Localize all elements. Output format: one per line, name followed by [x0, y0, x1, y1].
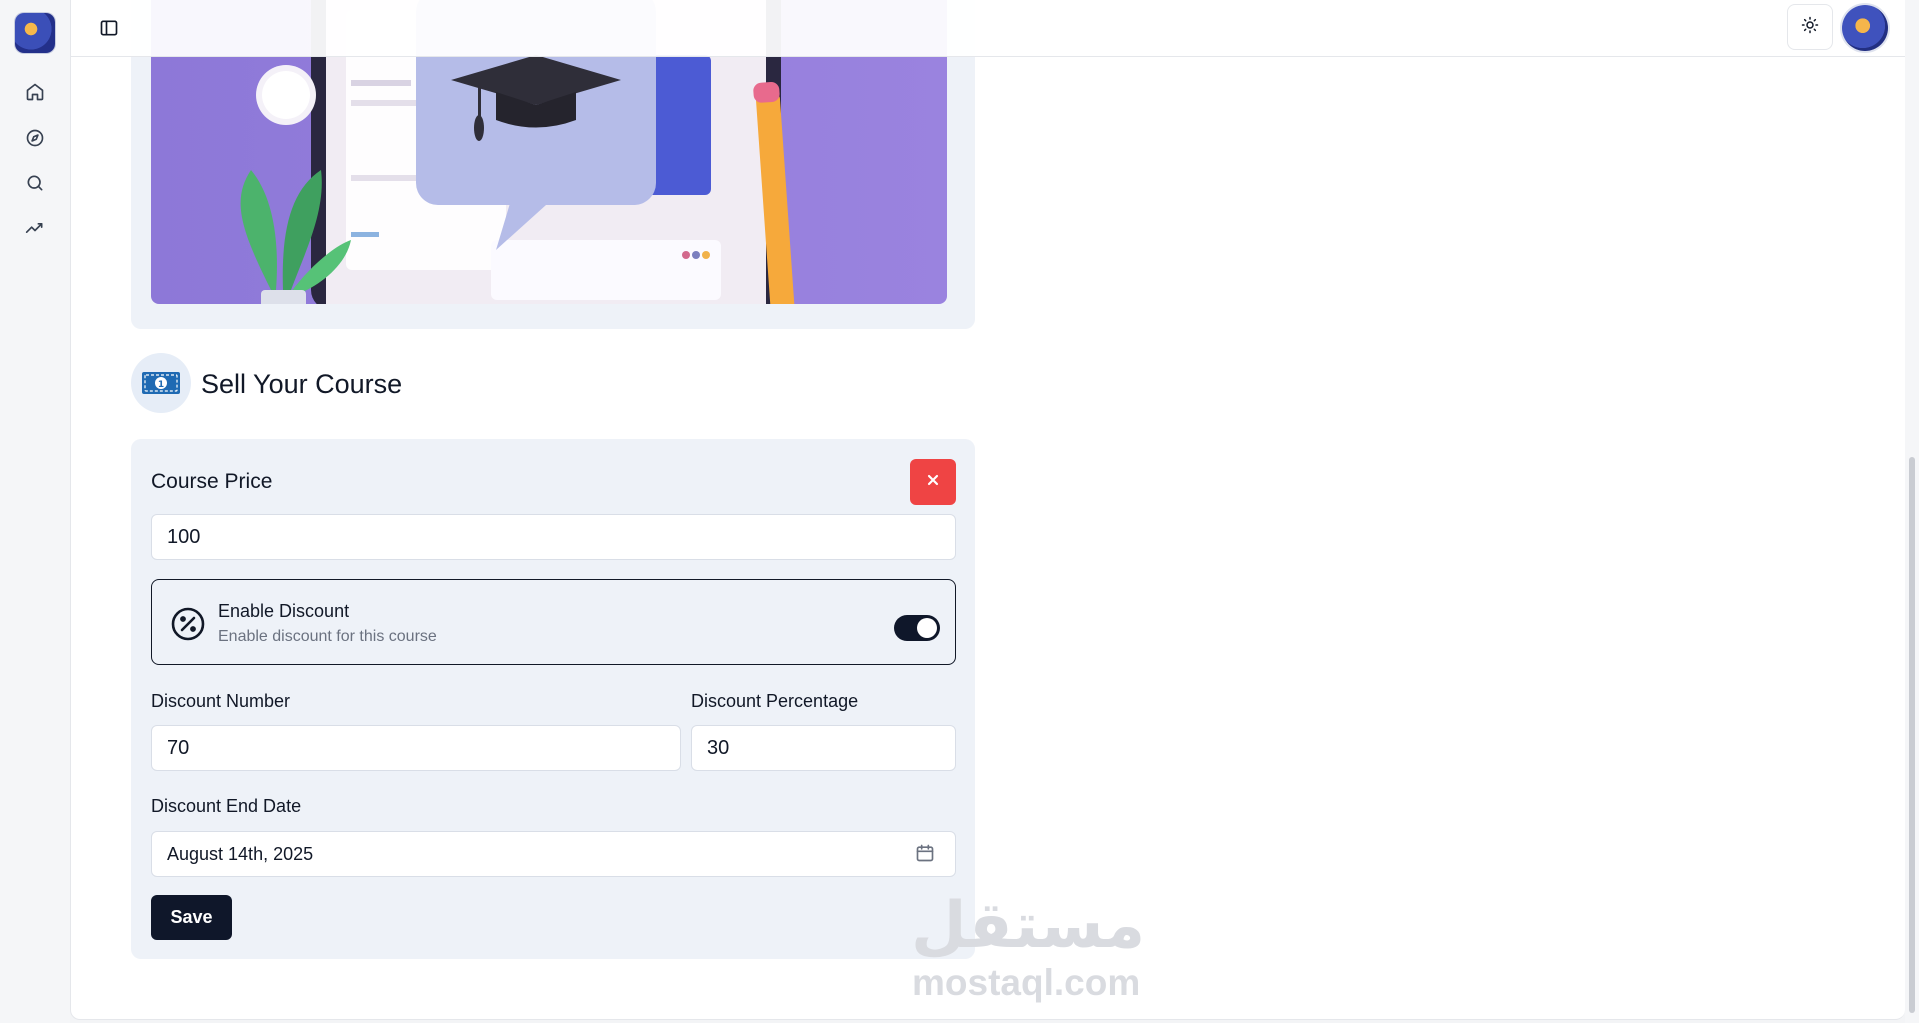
enable-discount-toggle[interactable] — [894, 615, 940, 641]
banknote-icon: 1 — [131, 353, 191, 413]
top-bar — [71, 0, 1905, 57]
panel-left-icon[interactable] — [97, 16, 121, 40]
trending-icon[interactable] — [23, 216, 47, 240]
toggle-knob — [917, 618, 937, 638]
discount-end-date-label: Discount End Date — [151, 796, 302, 816]
page-scrollbar[interactable] — [1905, 0, 1919, 1023]
close-icon — [925, 472, 941, 493]
discount-number-label: Discount Number — [151, 691, 291, 711]
remove-price-button[interactable] — [910, 459, 956, 505]
discount-number-input[interactable] — [151, 725, 681, 771]
left-rail — [0, 0, 70, 1023]
watermark-arabic: مستقل — [911, 889, 1147, 963]
enable-discount-subtitle: Enable discount for this course — [218, 628, 437, 645]
calendar-icon — [915, 843, 937, 865]
sun-icon — [1801, 16, 1819, 39]
enable-discount-card: Enable Discount Enable discount for this… — [151, 579, 956, 665]
enable-discount-title: Enable Discount — [218, 601, 350, 621]
section-title: Sell Your Course — [201, 369, 403, 399]
sell-course-form: Course Price Enable Discount Enable disc… — [131, 439, 975, 959]
discount-end-date-value: August 14th, 2025 — [167, 844, 314, 864]
discount-percentage-label: Discount Percentage — [691, 691, 859, 711]
course-price-label: Course Price — [151, 470, 273, 493]
user-avatar[interactable] — [1842, 5, 1888, 51]
main-content: 1 Sell Your Course Course Price Enable D… — [70, 0, 1905, 1020]
svg-text:1: 1 — [158, 380, 164, 390]
watermark-latin: mostaql.com — [912, 962, 1141, 1003]
home-icon[interactable] — [23, 80, 47, 104]
compass-icon[interactable] — [23, 126, 47, 150]
save-button[interactable]: Save — [151, 895, 232, 940]
app-logo[interactable] — [15, 13, 55, 53]
percent-badge-icon — [170, 606, 206, 642]
discount-percentage-input[interactable] — [691, 725, 956, 771]
scrollbar-thumb[interactable] — [1909, 457, 1915, 1013]
discount-end-date-picker[interactable]: August 14th, 2025 — [151, 831, 956, 877]
theme-toggle-button[interactable] — [1787, 4, 1833, 50]
course-price-input[interactable] — [151, 514, 956, 560]
search-icon[interactable] — [23, 171, 47, 195]
